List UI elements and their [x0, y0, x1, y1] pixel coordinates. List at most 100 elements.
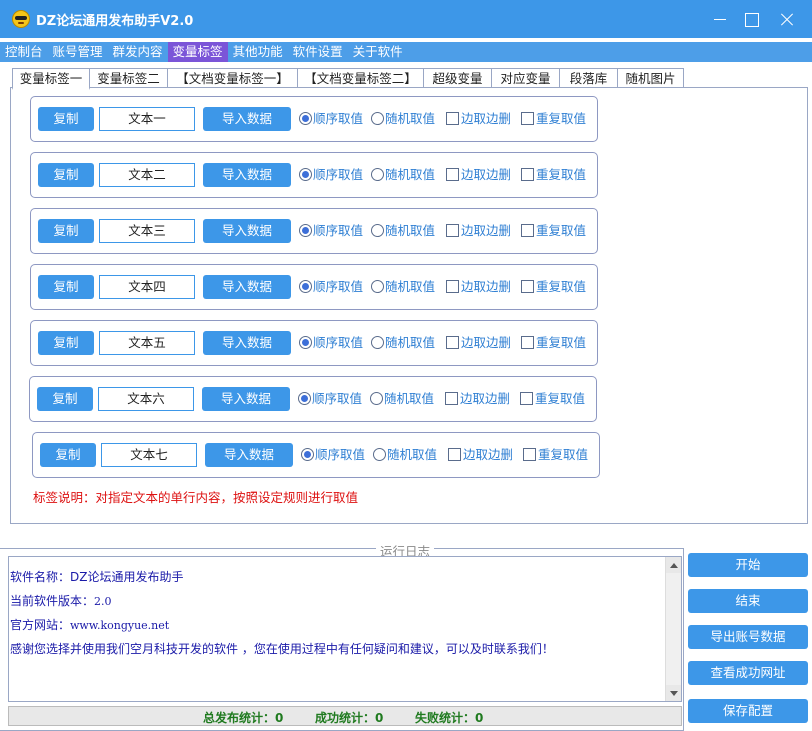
sequential-radio[interactable]: 顺序取值 [299, 223, 363, 239]
log-line: 软件名称：DZ论坛通用发布助手 [10, 570, 184, 584]
checkbox-unchecked-icon [446, 224, 459, 237]
tab-variable-tag-1[interactable]: 变量标签一 [12, 68, 90, 90]
repeat-checkbox[interactable]: 重复取值 [521, 335, 586, 351]
text-name-field[interactable]: 文本四 [99, 275, 195, 299]
checkbox-unchecked-icon [521, 112, 534, 125]
log-line: 当前软件版本：2.0 [10, 594, 112, 608]
tab-doc-variable-tag-1[interactable]: 【文档变量标签一】 [168, 68, 298, 88]
random-radio[interactable]: 随机取值 [371, 167, 435, 183]
checkbox-unchecked-icon [523, 448, 536, 461]
sequential-radio[interactable]: 顺序取值 [301, 447, 365, 463]
random-radio[interactable]: 随机取值 [371, 335, 435, 351]
copy-button[interactable]: 复制 [38, 275, 94, 299]
tab-doc-variable-tag-2[interactable]: 【文档变量标签二】 [298, 68, 424, 88]
take-and-delete-checkbox[interactable]: 边取边删 [446, 279, 511, 295]
copy-button[interactable]: 复制 [37, 387, 93, 411]
sequential-radio[interactable]: 顺序取值 [299, 335, 363, 351]
close-icon[interactable] [766, 0, 806, 38]
tab-paragraph-library[interactable]: 段落库 [560, 68, 618, 88]
import-data-button[interactable]: 导入数据 [202, 387, 290, 411]
scroll-down-icon[interactable] [666, 685, 681, 701]
checkbox-unchecked-icon [446, 168, 459, 181]
text-name-field[interactable]: 文本五 [99, 331, 195, 355]
text-name-field[interactable]: 文本三 [99, 219, 195, 243]
total-posts-stat: 总发布统计：0 [203, 711, 284, 725]
sequential-radio[interactable]: 顺序取值 [298, 391, 362, 407]
checkbox-unchecked-icon [521, 336, 534, 349]
tab-mapped-variable[interactable]: 对应变量 [492, 68, 560, 88]
repeat-checkbox[interactable]: 重复取值 [521, 111, 586, 127]
checkbox-unchecked-icon [445, 392, 458, 405]
take-and-delete-checkbox[interactable]: 边取边删 [448, 447, 513, 463]
import-data-button[interactable]: 导入数据 [203, 331, 291, 355]
variable-row: 复制 文本七 导入数据 顺序取值 随机取值 边取边删 重复取值 [32, 432, 600, 478]
radio-checked-icon [299, 224, 312, 237]
menu-bar: 控制台 账号管理 群发内容 变量标签 其他功能 软件设置 关于软件 [0, 42, 812, 62]
menu-accounts[interactable]: 账号管理 [48, 42, 108, 62]
view-success-urls-button[interactable]: 查看成功网址 [688, 661, 808, 685]
menu-console[interactable]: 控制台 [0, 42, 48, 62]
radio-unchecked-icon [371, 336, 384, 349]
start-button[interactable]: 开始 [688, 553, 808, 577]
stop-button[interactable]: 结束 [688, 589, 808, 613]
radio-checked-icon [299, 336, 312, 349]
repeat-checkbox[interactable]: 重复取值 [520, 391, 585, 407]
variable-row: 复制 文本五 导入数据 顺序取值 随机取值 边取边删 重复取值 [30, 320, 598, 366]
fail-stat: 失败统计：0 [415, 711, 484, 725]
text-name-field[interactable]: 文本一 [99, 107, 195, 131]
tab-strip: 变量标签一 变量标签二 【文档变量标签一】 【文档变量标签二】 超级变量 对应变… [8, 68, 808, 90]
menu-about[interactable]: 关于软件 [348, 42, 408, 62]
random-radio[interactable]: 随机取值 [371, 279, 435, 295]
variable-row: 复制 文本一 导入数据 顺序取值 随机取值 边取边删 重复取值 [30, 96, 598, 142]
tab-variable-tag-2[interactable]: 变量标签二 [90, 68, 168, 88]
import-data-button[interactable]: 导入数据 [203, 219, 291, 243]
scroll-up-icon[interactable] [666, 557, 681, 573]
tab-random-image[interactable]: 随机图片 [618, 68, 684, 88]
copy-button[interactable]: 复制 [38, 331, 94, 355]
import-data-button[interactable]: 导入数据 [205, 443, 293, 467]
repeat-checkbox[interactable]: 重复取值 [521, 223, 586, 239]
take-and-delete-checkbox[interactable]: 边取边删 [446, 111, 511, 127]
random-radio[interactable]: 随机取值 [371, 111, 435, 127]
menu-bulk-content[interactable]: 群发内容 [108, 42, 168, 62]
repeat-checkbox[interactable]: 重复取值 [521, 167, 586, 183]
radio-unchecked-icon [371, 112, 384, 125]
checkbox-unchecked-icon [446, 336, 459, 349]
export-accounts-button[interactable]: 导出账号数据 [688, 625, 808, 649]
import-data-button[interactable]: 导入数据 [203, 163, 291, 187]
copy-button[interactable]: 复制 [38, 163, 94, 187]
copy-button[interactable]: 复制 [40, 443, 96, 467]
copy-button[interactable]: 复制 [38, 107, 94, 131]
repeat-checkbox[interactable]: 重复取值 [523, 447, 588, 463]
repeat-checkbox[interactable]: 重复取值 [521, 279, 586, 295]
random-radio[interactable]: 随机取值 [371, 223, 435, 239]
take-and-delete-checkbox[interactable]: 边取边删 [445, 391, 510, 407]
title-bar: DZ论坛通用发布助手V2.0 [0, 0, 812, 38]
import-data-button[interactable]: 导入数据 [203, 275, 291, 299]
sequential-radio[interactable]: 顺序取值 [299, 167, 363, 183]
log-scrollbar[interactable] [665, 557, 681, 701]
checkbox-unchecked-icon [446, 280, 459, 293]
text-name-field[interactable]: 文本七 [101, 443, 197, 467]
tab-panel-variable-tag-1: 复制 文本一 导入数据 顺序取值 随机取值 边取边删 重复取值 复制 文本二 导… [10, 87, 808, 524]
menu-other-functions[interactable]: 其他功能 [228, 42, 288, 62]
tab-super-variable[interactable]: 超级变量 [424, 68, 492, 88]
random-radio[interactable]: 随机取值 [370, 391, 434, 407]
sequential-radio[interactable]: 顺序取值 [299, 279, 363, 295]
import-data-button[interactable]: 导入数据 [203, 107, 291, 131]
random-radio[interactable]: 随机取值 [373, 447, 437, 463]
text-name-field[interactable]: 文本二 [99, 163, 195, 187]
menu-software-settings[interactable]: 软件设置 [288, 42, 348, 62]
menu-variable-tags[interactable]: 变量标签 [167, 42, 228, 62]
app-logo-icon [12, 10, 30, 28]
text-name-field[interactable]: 文本六 [98, 387, 194, 411]
take-and-delete-checkbox[interactable]: 边取边删 [446, 167, 511, 183]
radio-checked-icon [299, 112, 312, 125]
copy-button[interactable]: 复制 [38, 219, 94, 243]
sequential-radio[interactable]: 顺序取值 [299, 111, 363, 127]
take-and-delete-checkbox[interactable]: 边取边删 [446, 223, 511, 239]
take-and-delete-checkbox[interactable]: 边取边删 [446, 335, 511, 351]
run-log-textarea[interactable]: 软件名称：DZ论坛通用发布助手 当前软件版本：2.0 官方网站：www.kong… [8, 556, 682, 702]
save-config-button[interactable]: 保存配置 [688, 699, 808, 723]
success-stat: 成功统计：0 [315, 711, 384, 725]
